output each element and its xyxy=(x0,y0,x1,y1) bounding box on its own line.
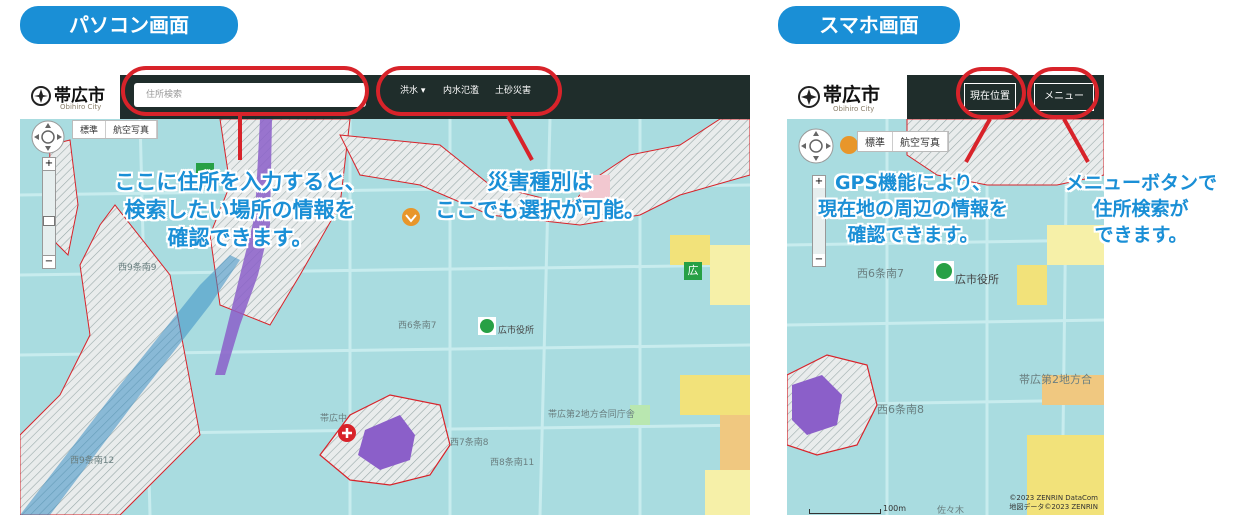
map-label: 西6条南7 xyxy=(857,267,904,280)
annotation-line: ここに住所を入力すると、 xyxy=(114,170,366,194)
pc-screen: 帯広市 Obihiro City 住所検索 洪水 ▾ 内水氾濫 土砂災害 + −… xyxy=(20,75,750,515)
highlight-location xyxy=(956,67,1026,119)
annotation-line: 住所検索が xyxy=(1093,198,1189,220)
map-credits: ©2023 ZENRIN DataCom 地図データ©2023 ZENRIN xyxy=(1009,494,1098,512)
highlight-menu xyxy=(1027,67,1099,119)
tab-aerial[interactable]: 航空写真 xyxy=(893,132,948,151)
annotation-line: 災害種別は xyxy=(487,170,593,194)
pc-heading: パソコン画面 xyxy=(20,6,238,44)
zoom-out-button[interactable]: − xyxy=(43,255,55,268)
highlight-search xyxy=(121,66,369,116)
credit-line: ©2023 ZENRIN DataCom xyxy=(1009,494,1098,502)
pc-map[interactable] xyxy=(20,75,750,515)
pc-logo-area: 帯広市 Obihiro City xyxy=(20,75,120,119)
annotation-line: 検索したい場所の情報を xyxy=(124,198,356,222)
map-label: 西9条南9 xyxy=(118,263,157,273)
tab-standard[interactable]: 標準 xyxy=(858,132,893,151)
map-label: 広市役所 xyxy=(955,273,999,286)
map-label: 西8条南11 xyxy=(490,458,535,468)
zoom-handle[interactable] xyxy=(43,216,55,226)
map-label: 西7条南8 xyxy=(450,438,489,448)
city-hall-icon xyxy=(934,261,954,281)
tab-aerial[interactable]: 航空写真 xyxy=(106,121,158,138)
sp-gps-annotation: GPS機能により、 現在地の周辺の情報を 確認できます。 xyxy=(788,170,1038,248)
pan-control-icon[interactable] xyxy=(797,127,835,165)
pc-logo-subtext: Obihiro City xyxy=(60,103,102,111)
sp-menu-annotation: メニューボタンで 住所検索が できます。 xyxy=(1036,170,1246,248)
hospital-icon xyxy=(338,424,356,442)
highlight-nav xyxy=(376,66,562,116)
tab-standard[interactable]: 標準 xyxy=(73,121,107,138)
sp-logo-area: 帯広市 Obihiro City xyxy=(787,75,907,119)
sp-heading: スマホ画面 xyxy=(778,6,960,44)
zoom-out-button[interactable]: − xyxy=(813,254,825,266)
map-label: 西9条南12 xyxy=(70,456,115,466)
pc-disaster-annotation: 災害種別は ここでも選択が可能。 xyxy=(420,168,660,224)
zoom-slider[interactable]: + − xyxy=(42,157,56,269)
park-marker-icon: 広 xyxy=(684,262,702,280)
sp-screen: 帯広市 Obihiro City 現在位置 メニュー 標準 航空写真 + − 西… xyxy=(787,75,1104,515)
pc-search-annotation: ここに住所を入力すると、 検索したい場所の情報を 確認できます。 xyxy=(70,168,410,252)
map-label: 広市役所 xyxy=(498,326,535,336)
annotation-line: 確認できます。 xyxy=(847,224,979,246)
city-emblem-icon xyxy=(798,86,820,108)
sp-map-type-tabs: 標準 航空写真 xyxy=(857,131,949,152)
annotation-line: ここでも選択が可能。 xyxy=(435,198,645,222)
map-label: 西6条南7 xyxy=(398,321,437,331)
map-label: 佐々木 xyxy=(937,506,965,515)
pan-control-icon[interactable] xyxy=(30,119,66,155)
credit-line: 地図データ©2023 ZENRIN xyxy=(1009,503,1098,511)
map-label: 西6条南8 xyxy=(877,403,924,416)
sp-logo-text: 帯広市 xyxy=(823,84,881,106)
sp-logo-subtext: Obihiro City xyxy=(833,105,875,113)
map-label: 帯広第2地方合 xyxy=(1019,373,1092,386)
annotation-line: GPS機能により、 xyxy=(834,172,992,194)
city-emblem-icon xyxy=(31,86,51,106)
map-label: 帯広中 xyxy=(320,414,348,424)
scale-bar xyxy=(809,509,881,514)
annotation-line: できます。 xyxy=(1094,224,1188,246)
zoom-in-button[interactable]: + xyxy=(43,158,55,171)
annotation-line: 確認できます。 xyxy=(167,226,313,250)
pc-map-type-tabs: 標準 航空写真 xyxy=(72,120,159,139)
city-hall-icon xyxy=(478,317,496,335)
annotation-line: メニューボタンで xyxy=(1064,172,1217,194)
map-label: 帯広第2地方合同庁舎 xyxy=(548,410,635,420)
annotation-line: 現在地の周辺の情報を xyxy=(817,198,1008,220)
orange-marker-icon xyxy=(840,136,858,154)
scale-label: 100m xyxy=(883,504,907,513)
